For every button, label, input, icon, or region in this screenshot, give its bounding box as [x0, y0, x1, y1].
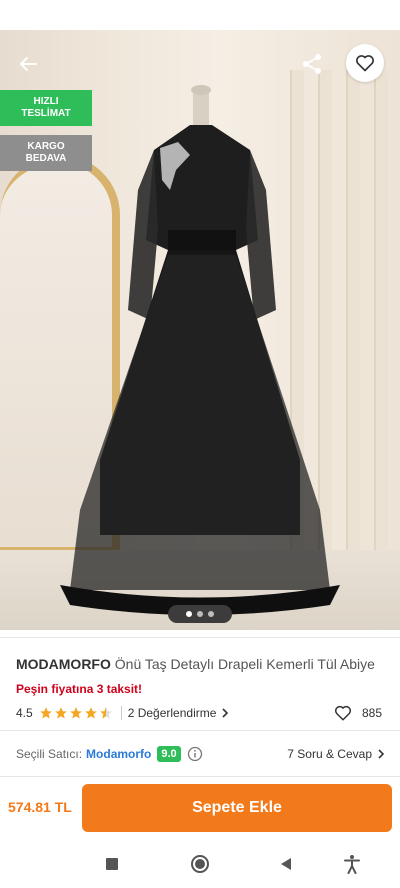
star-icon — [54, 707, 67, 719]
carousel-dot[interactable] — [208, 611, 214, 617]
product-title: MODAMORFO Önü Taş Detaylı Drapeli Kemerl… — [16, 656, 388, 672]
heart-icon — [334, 705, 352, 721]
rating-stars — [39, 706, 113, 720]
chevron-right-icon — [222, 708, 229, 718]
carousel-dot[interactable] — [197, 611, 203, 617]
share-icon — [303, 54, 321, 74]
product-name: Önü Taş Detaylı Drapeli Kemerli Tül Abiy… — [114, 656, 375, 672]
seller-name[interactable]: Modamorfo — [86, 747, 151, 761]
accessibility-icon — [344, 855, 360, 874]
rating-value: 4.5 — [16, 706, 33, 720]
badge-line: HIZLI — [33, 96, 59, 107]
reviews-link[interactable]: 2 Değerlendirme — [120, 706, 231, 720]
installment-text: Peşin fiyatına 3 taksit! — [16, 682, 143, 696]
bottom-bar: 574.81 TL Sepete Ekle — [0, 776, 400, 840]
price: 574.81 TL — [8, 799, 72, 815]
star-icon — [84, 707, 97, 719]
fast-delivery-badge: HIZLI TESLİMAT — [0, 90, 92, 126]
add-to-cart-button[interactable]: Sepete Ekle — [82, 784, 392, 832]
back-nav-icon — [281, 858, 291, 870]
qa-text: 7 Soru & Cevap — [287, 747, 372, 761]
seller-label: Seçili Satıcı: — [16, 747, 83, 761]
badge-line: BEDAVA — [25, 153, 67, 164]
favorite-button[interactable] — [346, 44, 384, 82]
badge-line: TESLİMAT — [21, 108, 71, 119]
accessibility-button[interactable] — [340, 852, 364, 876]
back-button[interactable] — [12, 48, 44, 80]
rating-row: 4.5 2 Değerlendirme 885 — [16, 703, 384, 723]
seller-row: Seçili Satıcı: Modamorfo 9.0 7 Soru & Ce… — [16, 743, 386, 765]
info-icon[interactable] — [187, 746, 203, 762]
home-icon — [191, 855, 209, 873]
carousel-dot[interactable] — [186, 611, 192, 617]
free-shipping-badge: KARGO BEDAVA — [0, 135, 92, 171]
recents-icon — [106, 858, 118, 870]
questions-answers-link[interactable]: 7 Soru & Cevap — [287, 743, 386, 765]
seller-score-badge: 9.0 — [157, 746, 181, 762]
back-nav-button[interactable] — [274, 852, 298, 876]
star-icon — [69, 707, 82, 719]
back-arrow-icon — [20, 57, 37, 71]
favorite-count[interactable]: 885 — [334, 703, 382, 723]
home-button[interactable] — [188, 852, 212, 876]
divider — [0, 637, 400, 638]
recents-button[interactable] — [100, 852, 124, 876]
favorite-count-value: 885 — [361, 706, 382, 720]
brand-name[interactable]: MODAMORFO — [16, 656, 111, 672]
carousel-indicator[interactable] — [168, 605, 232, 623]
system-nav-bar — [0, 840, 400, 888]
share-button[interactable] — [296, 48, 328, 80]
status-bar — [0, 0, 400, 30]
star-icon — [39, 707, 52, 719]
chevron-right-icon — [378, 749, 385, 759]
heart-icon — [356, 55, 374, 72]
badge-line: KARGO — [27, 141, 65, 152]
half-star-icon — [99, 707, 112, 719]
divider — [0, 730, 400, 731]
reviews-count: 2 Değerlendirme — [127, 706, 217, 720]
